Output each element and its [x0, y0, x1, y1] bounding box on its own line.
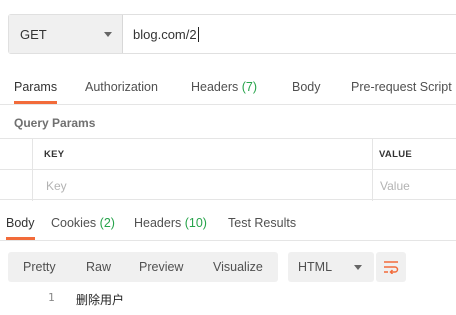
chevron-down-icon [354, 265, 362, 270]
tab-authorization[interactable]: Authorization [85, 76, 158, 104]
url-input[interactable]: blog.com/2 [123, 15, 456, 53]
text-cursor [197, 26, 199, 42]
column-divider [32, 139, 33, 169]
raw-button[interactable]: Raw [86, 252, 111, 282]
response-tabs: Body Cookies (2) Headers (10) Test Resul… [0, 212, 456, 240]
table-header-row: KEY VALUE [0, 139, 456, 170]
column-header-label: KEY [44, 148, 65, 160]
tab-pre-request-script[interactable]: Pre-request Script [351, 76, 452, 104]
tab-label: Headers [191, 80, 239, 94]
tab-params[interactable]: Params [14, 76, 58, 104]
format-label: HTML [298, 260, 333, 274]
tab-label: Body [6, 216, 35, 230]
wrap-button[interactable] [376, 252, 406, 282]
url-text: blog.com/2 [133, 26, 197, 42]
method-select[interactable]: GET [9, 15, 123, 53]
column-divider [372, 170, 373, 201]
wrap-lines-icon [384, 261, 399, 274]
tab-label: Body [292, 80, 321, 94]
tab-label: Test Results [228, 216, 297, 230]
tab-count: (10) [184, 216, 207, 230]
tab-response-headers[interactable]: Headers (10) [134, 212, 207, 240]
query-params-title: Query Params [14, 116, 96, 130]
tab-test-results[interactable]: Test Results [228, 212, 296, 240]
format-select[interactable]: HTML [288, 252, 374, 282]
tab-label: Authorization [85, 80, 158, 94]
tab-label: Pre-request Script [351, 80, 452, 94]
query-params-table: KEY VALUE Key Value [0, 138, 456, 201]
column-divider [372, 139, 373, 169]
line-number: 1 [48, 291, 55, 304]
value-column-header: VALUE [379, 139, 412, 169]
pretty-button[interactable]: Pretty [23, 252, 56, 282]
divider [0, 240, 456, 241]
key-input[interactable]: Key [46, 170, 67, 201]
visualize-button[interactable]: Visualize [213, 252, 263, 282]
tab-cookies[interactable]: Cookies (2) [51, 212, 115, 240]
key-column-header: KEY [44, 139, 64, 169]
value-placeholder: Value [380, 178, 410, 193]
tab-count: (2) [99, 216, 115, 230]
value-input[interactable]: Value [380, 170, 410, 201]
table-row: Key Value [0, 170, 456, 201]
tab-body[interactable]: Body [292, 76, 321, 104]
preview-button[interactable]: Preview [139, 252, 183, 282]
request-bar: GET blog.com/2 [8, 14, 456, 54]
divider [0, 104, 456, 105]
column-header-label: VALUE [379, 148, 412, 160]
tab-label: Cookies [51, 216, 97, 230]
tab-count: (7) [241, 80, 258, 94]
tab-headers[interactable]: Headers (7) [191, 76, 257, 104]
tab-response-body[interactable]: Body [6, 212, 35, 240]
column-divider [32, 170, 33, 201]
view-mode-group: Pretty Raw Preview Visualize [8, 252, 278, 282]
tab-label: Params [14, 80, 58, 94]
request-tabs: Params Authorization Headers (7) Body Pr… [0, 76, 456, 104]
tab-label: Headers [134, 216, 182, 230]
method-label: GET [20, 26, 47, 42]
chevron-down-icon [104, 32, 112, 37]
response-line-text: 删除用户 [76, 293, 125, 307]
key-placeholder: Key [46, 178, 67, 193]
